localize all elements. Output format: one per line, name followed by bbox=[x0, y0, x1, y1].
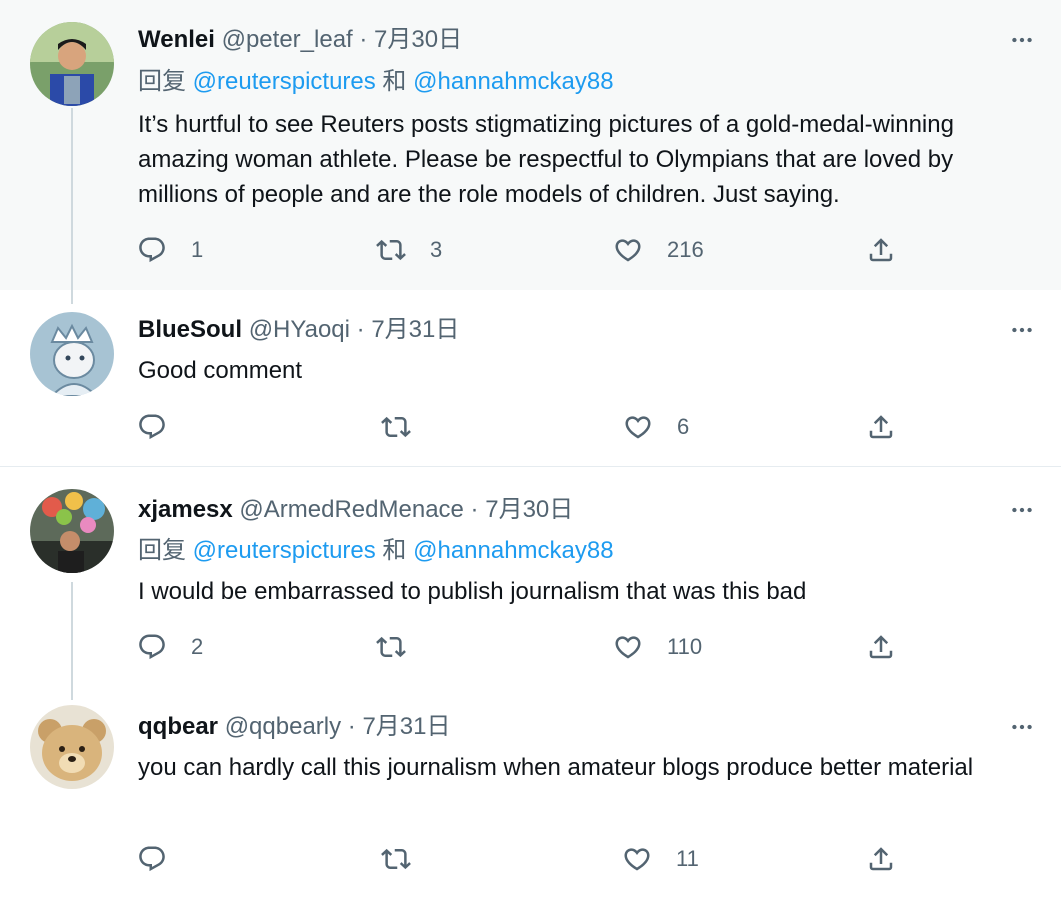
reply-button[interactable] bbox=[137, 839, 167, 879]
three-dots-icon bbox=[1009, 317, 1035, 343]
user-handle[interactable]: @HYaoqi bbox=[249, 316, 350, 343]
more-options-button[interactable] bbox=[1005, 313, 1039, 347]
retweet-button[interactable] bbox=[381, 839, 411, 879]
mention-link[interactable]: @hannahmckay88 bbox=[413, 68, 613, 95]
share-upload-icon bbox=[866, 844, 896, 874]
display-name[interactable]: BlueSoul bbox=[138, 316, 242, 343]
three-dots-icon bbox=[1009, 714, 1035, 740]
speech-bubble-icon bbox=[137, 235, 167, 265]
reply-button[interactable]: 1 bbox=[137, 230, 203, 270]
like-count: 6 bbox=[677, 414, 690, 439]
retweet-arrows-icon bbox=[381, 412, 411, 442]
three-dots-icon bbox=[1009, 497, 1035, 523]
share-button[interactable] bbox=[866, 230, 896, 270]
retweet-button[interactable] bbox=[381, 407, 411, 447]
tweet-card[interactable]: xjamesx @ArmedRedMenace · 7月30日 回复 @reut… bbox=[0, 467, 1061, 687]
retweet-button[interactable] bbox=[376, 627, 406, 667]
heart-icon bbox=[613, 235, 643, 265]
retweet-button[interactable]: 3 bbox=[376, 230, 442, 270]
tweet-header: qqbear @qqbearly · 7月31日 bbox=[138, 710, 951, 744]
thread-line bbox=[71, 108, 73, 304]
share-button[interactable] bbox=[866, 627, 896, 667]
speech-bubble-icon bbox=[137, 632, 167, 662]
display-name[interactable]: qqbear bbox=[138, 713, 218, 740]
tweet-text: you can hardly call this journalism when… bbox=[138, 754, 974, 781]
tweet-text: It’s hurtful to see Reuters posts stigma… bbox=[138, 111, 954, 208]
tweet-header: BlueSoul @HYaoqi · 7月31日 bbox=[138, 313, 951, 347]
reply-count: 2 bbox=[191, 634, 204, 659]
like-button[interactable]: 6 bbox=[623, 407, 689, 447]
share-upload-icon bbox=[866, 412, 896, 442]
like-count: 110 bbox=[667, 634, 703, 659]
separator: · bbox=[349, 316, 372, 343]
conjunction: 和 bbox=[375, 68, 414, 95]
tweet-date[interactable]: 7月30日 bbox=[485, 496, 573, 523]
speech-bubble-icon bbox=[137, 412, 167, 442]
user-handle[interactable]: @peter_leaf bbox=[222, 26, 353, 53]
separator: · bbox=[352, 26, 375, 53]
replying-to: 回复 @reuterspictures 和 @hannahmckay88 bbox=[138, 534, 614, 568]
share-button[interactable] bbox=[866, 839, 896, 879]
tweet-text: Good comment bbox=[138, 357, 303, 384]
tweet-header: xjamesx @ArmedRedMenace · 7月30日 bbox=[138, 493, 951, 527]
more-options-button[interactable] bbox=[1005, 710, 1039, 744]
share-upload-icon bbox=[866, 632, 896, 662]
mention-link[interactable]: @reuterspictures bbox=[193, 537, 376, 564]
reply-count: 1 bbox=[191, 237, 204, 262]
retweet-arrows-icon bbox=[376, 235, 406, 265]
tweet-card[interactable]: BlueSoul @HYaoqi · 7月31日 Good comment 6 bbox=[0, 290, 1061, 467]
mention-link[interactable]: @hannahmckay88 bbox=[413, 537, 613, 564]
tweet-card[interactable]: qqbear @qqbearly · 7月31日 you can hardly … bbox=[0, 687, 1061, 900]
like-button[interactable]: 110 bbox=[613, 627, 702, 667]
like-count: 216 bbox=[667, 237, 704, 262]
separator: · bbox=[341, 713, 363, 740]
heart-icon bbox=[623, 412, 653, 442]
more-options-button[interactable] bbox=[1005, 23, 1039, 57]
share-button[interactable] bbox=[866, 407, 896, 447]
mention-link[interactable]: @reuterspictures bbox=[193, 68, 376, 95]
retweet-arrows-icon bbox=[381, 844, 411, 874]
avatar[interactable] bbox=[30, 489, 114, 573]
tweet-header: Wenlei @peter_leaf · 7月30日 bbox=[138, 23, 951, 57]
speech-bubble-icon bbox=[137, 844, 167, 874]
heart-icon bbox=[613, 632, 643, 662]
avatar[interactable] bbox=[30, 705, 114, 789]
separator: · bbox=[463, 496, 486, 523]
share-upload-icon bbox=[866, 235, 896, 265]
tweet-text: I would be embarrassed to publish journa… bbox=[138, 578, 807, 605]
retweet-count: 3 bbox=[430, 237, 443, 262]
like-count: 11 bbox=[676, 846, 699, 871]
conjunction: 和 bbox=[375, 537, 414, 564]
avatar[interactable] bbox=[30, 22, 114, 106]
thread-line bbox=[71, 582, 73, 700]
replying-to: 回复 @reuterspictures 和 @hannahmckay88 bbox=[138, 65, 614, 99]
tweet-date[interactable]: 7月31日 bbox=[362, 713, 450, 740]
display-name[interactable]: Wenlei bbox=[138, 26, 215, 53]
three-dots-icon bbox=[1009, 27, 1035, 53]
avatar[interactable] bbox=[30, 312, 114, 396]
reply-prefix: 回复 bbox=[138, 68, 193, 95]
reply-button[interactable]: 2 bbox=[137, 627, 203, 667]
reply-prefix: 回复 bbox=[138, 537, 193, 564]
like-button[interactable]: 216 bbox=[613, 230, 704, 270]
heart-icon bbox=[622, 844, 652, 874]
retweet-arrows-icon bbox=[376, 632, 406, 662]
reply-button[interactable] bbox=[137, 407, 167, 447]
display-name[interactable]: xjamesx bbox=[138, 496, 233, 523]
tweet-card[interactable]: Wenlei @peter_leaf · 7月30日 回复 @reuterspi… bbox=[0, 0, 1061, 290]
user-handle[interactable]: @qqbearly bbox=[225, 713, 341, 740]
like-button[interactable]: 11 bbox=[622, 839, 699, 879]
tweet-date[interactable]: 7月31日 bbox=[371, 316, 459, 343]
user-handle[interactable]: @ArmedRedMenace bbox=[239, 496, 463, 523]
tweet-date[interactable]: 7月30日 bbox=[374, 26, 462, 53]
more-options-button[interactable] bbox=[1005, 493, 1039, 527]
